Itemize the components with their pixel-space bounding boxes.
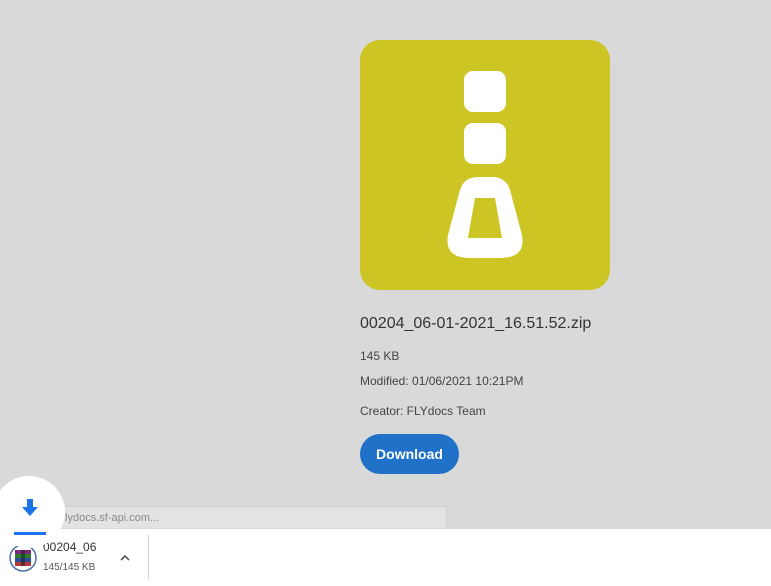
zip-file-icon xyxy=(447,71,523,258)
file-thumbnail xyxy=(360,40,610,290)
status-bar-url: flydocs.sf-api.com... xyxy=(0,506,447,528)
winrar-icon xyxy=(9,544,37,572)
download-shelf: 00204_06 145/145 KB xyxy=(0,528,771,586)
download-progress-bar xyxy=(14,532,46,535)
file-name: 00204_06-01-2021_16.51.52.zip xyxy=(360,315,592,332)
file-creator: Creator: FLYdocs Team xyxy=(360,404,486,418)
download-item-name: 00204_06 xyxy=(43,540,97,554)
download-item-progress: 145/145 KB xyxy=(43,562,96,573)
download-button[interactable]: Download xyxy=(360,434,459,474)
file-size: 145 KB xyxy=(360,349,400,363)
download-arrow-icon xyxy=(22,499,38,516)
file-modified: Modified: 01/06/2021 10:21PM xyxy=(360,374,524,388)
chevron-up-icon[interactable] xyxy=(116,549,134,567)
shelf-divider xyxy=(148,535,149,579)
